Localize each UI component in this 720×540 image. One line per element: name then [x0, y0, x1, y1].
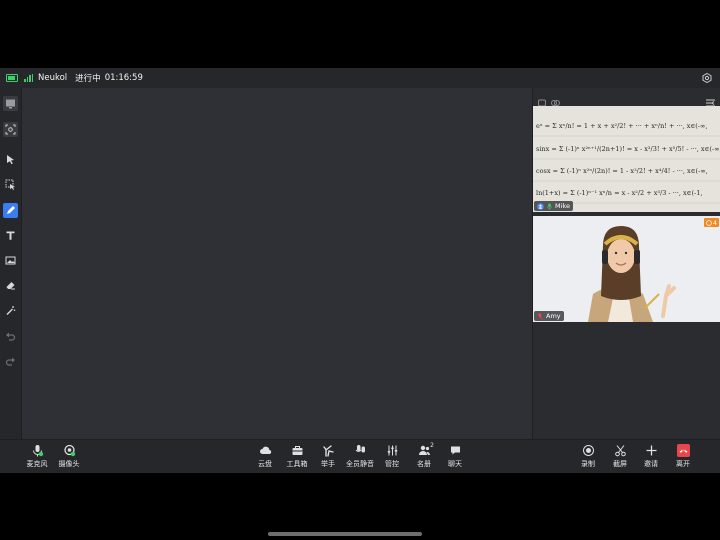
screenshot-button[interactable]: 截屏	[603, 444, 637, 469]
leave-icon	[676, 444, 690, 457]
leave-button[interactable]: 离开	[666, 444, 700, 469]
left-toolbar	[0, 88, 22, 439]
mute-all-button[interactable]: 全员静音	[343, 444, 377, 469]
scissors-icon	[614, 445, 626, 457]
cloud-icon	[259, 446, 271, 455]
invite-button[interactable]: 邀请	[634, 444, 668, 469]
bottom-toolbar: 麦克风 摄像头 云盘 工具箱 举手 全员静音 管控 2 名册 聊天 录制 截屏 …	[0, 439, 720, 473]
battery-icon	[6, 74, 18, 82]
math-line-4: ln(1+x) = Σ (-1)ⁿ⁻¹ xⁿ/n = x - x²/2 + x³…	[536, 189, 703, 197]
pointer-tool[interactable]	[3, 152, 18, 167]
participant-name: Mike	[555, 202, 570, 210]
chat-button[interactable]: 聊天	[438, 444, 472, 469]
text-tool[interactable]	[3, 228, 18, 243]
roster-icon	[418, 445, 430, 455]
image-icon	[5, 256, 16, 265]
controls-button[interactable]: 管控	[375, 444, 409, 469]
chat-label: 聊天	[448, 460, 462, 468]
raise-hand-icon	[322, 445, 334, 457]
video-tile-amy[interactable]: 4 Amy	[533, 216, 720, 322]
screenshot-icon	[5, 124, 16, 135]
record-label: 录制	[581, 460, 595, 468]
pen-icon	[7, 206, 15, 214]
image-tool[interactable]	[3, 253, 18, 268]
roster-button[interactable]: 2 名册	[407, 442, 441, 469]
undo-button[interactable]	[3, 329, 18, 344]
controls-icon	[387, 445, 397, 456]
camera-label: 摄像头	[58, 460, 80, 468]
math-line-3: cosx = Σ (-1)ⁿ x²ⁿ/(2n)! = 1 - x²/2! + x…	[536, 167, 708, 175]
microphone-label: 麦克风	[26, 460, 48, 468]
magic-wand-tool[interactable]	[3, 303, 18, 318]
math-line-1: eˣ = Σ xⁿ/n! = 1 + x + x²/2! + ··· + xⁿ/…	[536, 122, 708, 130]
magic-wand-icon	[6, 306, 16, 315]
mute-all-label: 全员静音	[346, 460, 374, 468]
microphone-on-icon	[547, 203, 552, 210]
user-icon	[537, 202, 544, 210]
trophy-icon	[706, 219, 712, 226]
leave-label: 离开	[676, 460, 690, 468]
raise-hand-label: 举手	[321, 460, 335, 468]
video-tile-mike[interactable]: eˣ = Σ xⁿ/n! = 1 + x + x²/2! + ··· + xⁿ/…	[533, 106, 720, 212]
undo-icon	[6, 332, 16, 341]
screenshot-label: 截屏	[613, 460, 627, 468]
home-indicator[interactable]	[268, 532, 422, 536]
toolbox-button[interactable]: 工具箱	[280, 444, 314, 469]
camera-icon	[63, 444, 75, 457]
signal-icon	[24, 74, 33, 82]
mute-all-icon	[355, 445, 365, 453]
microphone-icon	[32, 445, 43, 457]
controls-label: 管控	[385, 460, 399, 468]
select-icon	[5, 179, 15, 190]
camera-button[interactable]: 摄像头	[52, 444, 86, 469]
text-icon	[6, 231, 15, 240]
eraser-tool[interactable]	[3, 278, 18, 293]
record-button[interactable]: 录制	[571, 444, 605, 469]
microphone-muted-icon	[537, 312, 543, 320]
whiteboard-tool[interactable]	[3, 96, 18, 111]
status-bar: Neukol 进行中 01:16:59	[0, 68, 720, 88]
participant-video	[533, 216, 720, 322]
meeting-timer: 01:16:59	[104, 73, 143, 83]
video-panel-header	[533, 88, 720, 107]
meeting-status: 进行中	[75, 74, 101, 84]
toolbox-label: 工具箱	[286, 460, 308, 468]
roster-label: 名册	[417, 460, 431, 468]
redo-icon	[5, 357, 15, 366]
whiteboard-icon	[6, 99, 15, 109]
cloud-drive-button[interactable]: 云盘	[248, 444, 282, 469]
whiteboard-canvas[interactable]	[22, 88, 532, 439]
raise-hand-button[interactable]: 举手	[311, 444, 345, 469]
screenshot-tool[interactable]	[3, 122, 18, 137]
math-line-2: sinx = Σ (-1)ⁿ x²ⁿ⁺¹/(2n+1)! = x - x³/3!…	[536, 145, 720, 153]
settings-icon[interactable]	[702, 73, 712, 83]
reward-badge: 4	[703, 218, 719, 227]
roster-count: 2	[430, 442, 434, 449]
eraser-icon	[6, 282, 15, 290]
participant-name: Amy	[546, 312, 561, 320]
invite-label: 邀请	[644, 460, 658, 468]
reward-count: 4	[712, 218, 717, 227]
participant-name-tag: Mike	[534, 201, 573, 211]
app-name: Neukol	[38, 73, 68, 83]
record-icon	[582, 445, 594, 456]
toolbox-icon	[292, 446, 302, 455]
select-tool[interactable]	[3, 177, 18, 192]
video-panel: eˣ = Σ xⁿ/n! = 1 + x + x²/2! + ··· + xⁿ/…	[532, 88, 720, 439]
plus-icon	[646, 445, 656, 456]
chat-icon	[450, 446, 460, 455]
redo-button[interactable]	[3, 354, 18, 369]
meeting-app: Neukol 进行中 01:16:59 eˣ = Σ xⁿ/n! = 1 + x…	[0, 68, 720, 473]
pen-tool[interactable]	[3, 203, 18, 218]
microphone-button[interactable]: 麦克风	[20, 444, 54, 469]
participant-name-tag: Amy	[534, 311, 564, 321]
cloud-drive-label: 云盘	[258, 460, 272, 468]
pointer-icon	[7, 155, 14, 165]
